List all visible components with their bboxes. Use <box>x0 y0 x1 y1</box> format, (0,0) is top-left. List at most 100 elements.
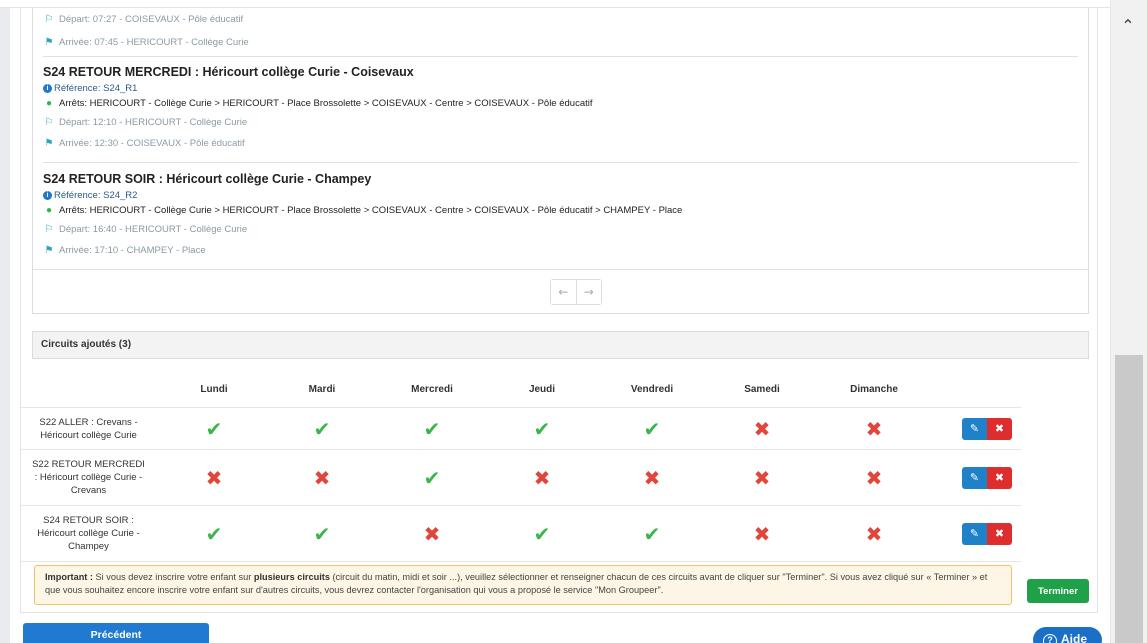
arrival-text: Arrivée: 07:45 - HERICOURT - Collège Cur… <box>59 37 249 48</box>
help-button[interactable]: ? Aide <box>1033 627 1102 643</box>
registration-card: ⚐ Départ: 07:27 - COISEVAUX - Pôle éduca… <box>20 8 1098 613</box>
flag-checkered-icon: ⚑ <box>44 138 54 149</box>
arrival-line: ⚑ Arrivée: 07:45 - HERICOURT - Collège C… <box>43 35 1078 50</box>
circuit-name: S22 RETOUR MERCREDI : Héricourt collège … <box>32 459 145 496</box>
arrival-line: ⚑ Arrivée: 17:10 - CHAMPEY - Place <box>43 243 1078 258</box>
departure-line: ⚐ Départ: 07:27 - COISEVAUX - Pôle éduca… <box>43 12 1078 27</box>
circuit-row: S24 RETOUR SOIR : Héricourt collège Curi… <box>21 506 1021 562</box>
circuit-name: S22 ALLER : Crevans - Héricourt collège … <box>39 416 138 441</box>
next-page-button[interactable]: → <box>576 280 601 304</box>
check-icon: ✔ <box>643 416 661 441</box>
question-circle-icon: ? <box>1043 634 1057 643</box>
edit-icon[interactable]: ✎ <box>962 417 987 440</box>
day-header: Mercredi <box>411 384 453 395</box>
departure-text: Départ: 07:27 - COISEVAUX - Pôle éducati… <box>59 14 244 25</box>
departure-line: ⚐ Départ: 12:10 - HERICOURT - Collège Cu… <box>43 115 1078 130</box>
circuits-table: Lundi Mardi Mercredi Jeudi Vendredi Samedi Dim… <box>21 372 1098 562</box>
info-icon: i <box>43 191 52 200</box>
check-icon: ✔ <box>205 521 223 546</box>
day-header: Lundi <box>200 384 228 395</box>
trip-item[interactable]: S24 RETOUR SOIR : Héricourt collège Curi… <box>43 170 1078 258</box>
previous-button[interactable]: Précédent <box>23 623 209 643</box>
cross-icon: ✖ <box>753 416 771 441</box>
stops-line: ● Arrêts: HERICOURT - Collège Curie > HE… <box>43 203 1078 218</box>
trip-item[interactable]: ⚐ Départ: 07:27 - COISEVAUX - Pôle éduca… <box>43 12 1078 50</box>
trip-title: S24 RETOUR MERCREDI : Héricourt collège … <box>43 65 414 79</box>
edit-icon[interactable]: ✎ <box>962 522 987 545</box>
departure-line: ⚐ Départ: 16:40 - HERICOURT - Collège Cu… <box>43 222 1078 237</box>
circuit-name: S24 RETOUR SOIR : Héricourt collège Curi… <box>37 515 140 552</box>
check-icon: ✔ <box>533 416 551 441</box>
departure-text: Départ: 12:10 - HERICOURT - Collège Curi… <box>59 117 248 128</box>
cross-icon: ✖ <box>205 465 223 490</box>
arrival-text: Arrivée: 17:10 - CHAMPEY - Place <box>59 245 206 256</box>
check-icon: ✔ <box>533 521 551 546</box>
flag-outline-icon: ⚐ <box>44 117 54 128</box>
check-icon: ✔ <box>205 416 223 441</box>
help-label: Aide <box>1061 632 1088 643</box>
important-notice: Important : Si vous devez inscrire votre… <box>34 565 1012 605</box>
cross-icon: ✖ <box>423 521 441 546</box>
page: ⚐ Départ: 07:27 - COISEVAUX - Pôle éduca… <box>0 0 1147 643</box>
day-header: Mardi <box>308 384 336 395</box>
previous-page-button[interactable]: ← <box>551 280 577 304</box>
flag-outline-icon: ⚐ <box>44 14 54 25</box>
divider <box>43 162 1078 163</box>
notice-bold: plusieurs circuits <box>253 572 330 582</box>
row-actions: ✎ ✖ <box>959 450 1015 505</box>
delete-icon[interactable]: ✖ <box>987 417 1012 440</box>
map-pin-icon: ● <box>45 98 53 109</box>
top-divider <box>0 0 1110 8</box>
delete-icon[interactable]: ✖ <box>987 522 1012 545</box>
day-header: Jeudi <box>528 384 556 395</box>
cross-icon: ✖ <box>753 465 771 490</box>
reference-line: i Référence: S24_R1 <box>43 81 1078 96</box>
check-icon: ✔ <box>423 416 441 441</box>
row-actions: ✎ ✖ <box>959 408 1015 449</box>
map-pin-icon: ● <box>45 205 53 216</box>
flag-checkered-icon: ⚑ <box>44 37 54 48</box>
stops-line: ● Arrêts: HERICOURT - Collège Curie > HE… <box>43 96 1078 111</box>
circuit-row: S22 ALLER : Crevans - Héricourt collège … <box>21 408 1021 450</box>
check-icon: ✔ <box>313 521 331 546</box>
notice-label: Important : <box>45 572 93 582</box>
arrival-text: Arrivée: 12:30 - COISEVAUX - Pôle éducat… <box>59 138 245 149</box>
info-icon: i <box>43 84 52 93</box>
reference-text: Référence: S24_R2 <box>54 190 138 201</box>
finish-button[interactable]: Terminer <box>1027 579 1089 603</box>
scrollbar-thumb[interactable] <box>1115 355 1143 643</box>
cross-icon: ✖ <box>865 416 883 441</box>
flag-checkered-icon: ⚑ <box>44 245 54 256</box>
day-header: Vendredi <box>630 384 674 395</box>
flag-outline-icon: ⚐ <box>44 224 54 235</box>
left-gutter <box>0 8 10 643</box>
cross-icon: ✖ <box>753 521 771 546</box>
trip-list: ⚐ Départ: 07:27 - COISEVAUX - Pôle éduca… <box>32 8 1089 314</box>
reference-text: Référence: S24_R1 <box>54 83 138 94</box>
trip-title: S24 RETOUR SOIR : Héricourt collège Curi… <box>43 172 372 186</box>
edit-icon[interactable]: ✎ <box>962 466 987 489</box>
day-header: Dimanche <box>850 384 898 395</box>
added-circuits-heading: Circuits ajoutés (3) <box>32 331 1089 359</box>
row-actions: ✎ ✖ <box>959 506 1015 561</box>
reference-line: i Référence: S24_R2 <box>43 188 1078 203</box>
check-icon: ✔ <box>423 465 441 490</box>
stops-text: Arrêts: HERICOURT - Collège Curie > HERI… <box>59 205 683 216</box>
stops-text: Arrêts: HERICOURT - Collège Curie > HERI… <box>59 98 593 109</box>
notice-text-1: Si vous devez inscrire votre enfant sur <box>92 572 254 582</box>
cross-icon: ✖ <box>313 465 331 490</box>
check-icon: ✔ <box>643 521 661 546</box>
cross-icon: ✖ <box>865 465 883 490</box>
cross-icon: ✖ <box>643 465 661 490</box>
departure-text: Départ: 16:40 - HERICOURT - Collège Curi… <box>59 224 248 235</box>
circuit-row: S22 RETOUR MERCREDI : Héricourt collège … <box>21 450 1021 506</box>
chevron-up-icon[interactable]: ⌃ <box>1113 16 1143 36</box>
pagination: ← → <box>550 279 602 305</box>
table-header-row: Lundi Mardi Mercredi Jeudi Vendredi Samedi Dim… <box>21 372 1021 408</box>
cross-icon: ✖ <box>533 465 551 490</box>
divider <box>33 269 1088 270</box>
divider <box>43 56 1078 57</box>
trip-item[interactable]: S24 RETOUR MERCREDI : Héricourt collège … <box>43 63 1078 151</box>
day-header: Samedi <box>744 384 780 395</box>
delete-icon[interactable]: ✖ <box>987 466 1012 489</box>
